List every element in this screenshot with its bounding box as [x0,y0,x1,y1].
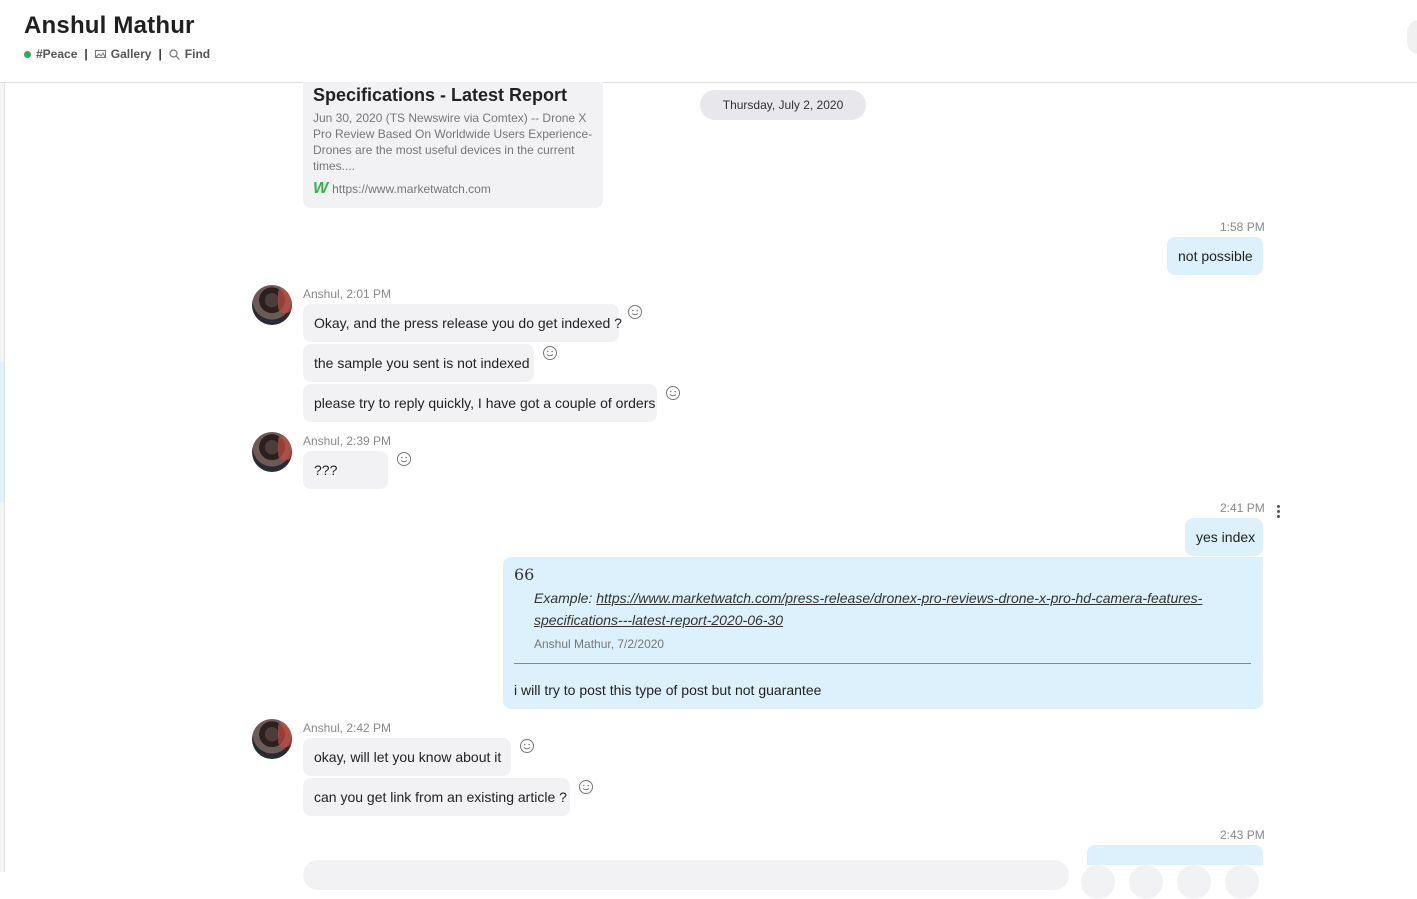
link-preview-title: Specifications - Latest Report [313,85,568,105]
quote-icon: 66 [514,565,535,584]
header-action-button[interactable] [1407,20,1417,54]
quoted-text: Example: https://www.marketwatch.com/pre… [534,587,1214,631]
header-subbar: #Peace | Gallery | Find [24,47,210,61]
composer-button[interactable] [1177,865,1211,899]
date-divider: Thursday, July 2, 2020 [700,90,866,120]
message-input[interactable] [303,860,1069,890]
more-vertical-icon[interactable] [1277,505,1281,519]
outgoing-quoted-message[interactable]: 66 Example: https://www.marketwatch.com/… [503,557,1263,709]
smiley-icon[interactable] [627,304,643,320]
presence-dot-icon [24,50,31,58]
composer-button[interactable] [1081,865,1115,899]
find-link[interactable]: Find [169,47,210,61]
gallery-icon [94,50,106,58]
avatar[interactable] [252,719,292,759]
message-timestamp: 2:43 PM [1220,828,1265,842]
incoming-message[interactable]: can you get link from an existing articl… [303,778,570,816]
incoming-message[interactable]: okay, will let you know about it [303,738,511,776]
quoted-prefix: Example: [534,590,597,606]
outgoing-message[interactable]: not possible [1167,237,1263,275]
sender-label: Anshul, 2:01 PM [303,287,392,301]
message-timestamp: 1:58 PM [1220,220,1265,234]
smiley-icon[interactable] [665,385,681,401]
incoming-message[interactable]: ??? [303,451,388,489]
smiley-icon[interactable] [396,451,412,467]
outgoing-message[interactable] [1087,845,1263,865]
quoted-author: Anshul Mathur, 7/2/2020 [534,637,665,651]
gallery-link[interactable]: Gallery [94,47,152,61]
marketwatch-logo-icon: W [313,180,329,197]
mood-message[interactable]: #Peace [36,47,77,61]
message-timestamp: 2:41 PM [1220,501,1265,515]
composer-button[interactable] [1225,865,1259,899]
quote-divider [514,663,1251,664]
quoted-link[interactable]: https://www.marketwatch.com/press-releas… [534,590,1202,628]
incoming-message[interactable]: the sample you sent is not indexed [303,344,534,382]
divider: | [84,47,88,61]
smiley-icon[interactable] [578,779,594,795]
avatar[interactable] [252,432,292,472]
gallery-label: Gallery [110,47,152,61]
smiley-icon[interactable] [519,738,535,754]
link-preview-description: Jun 30, 2020 (TS Newswire via Comtex) --… [313,111,593,173]
divider: | [158,47,162,61]
left-panel-selected-accent [0,362,4,502]
sender-label: Anshul, 2:39 PM [303,434,392,448]
contact-name[interactable]: Anshul Mathur [24,12,195,40]
smiley-icon[interactable] [542,345,558,361]
incoming-message[interactable]: Okay, and the press release you do get i… [303,304,622,342]
search-icon [169,48,180,60]
outgoing-message[interactable]: yes index [1185,518,1263,556]
incoming-message[interactable]: please try to reply quickly, I have got … [303,384,657,422]
find-label: Find [184,47,211,61]
sender-label: Anshul, 2:42 PM [303,721,392,735]
avatar[interactable] [252,285,292,325]
link-preview-url: https://www.marketwatch.com [332,182,491,196]
chat-header: Anshul Mathur #Peace | Gallery | Find [0,0,1417,83]
link-preview-card[interactable]: Specifications - Latest Report Jun 30, 2… [303,82,603,208]
left-panel-edge [0,82,5,872]
link-preview-url-row[interactable]: W https://www.marketwatch.com [313,180,491,198]
quote-reply-text: i will try to post this type of post but… [514,682,822,698]
composer-button[interactable] [1129,865,1163,899]
